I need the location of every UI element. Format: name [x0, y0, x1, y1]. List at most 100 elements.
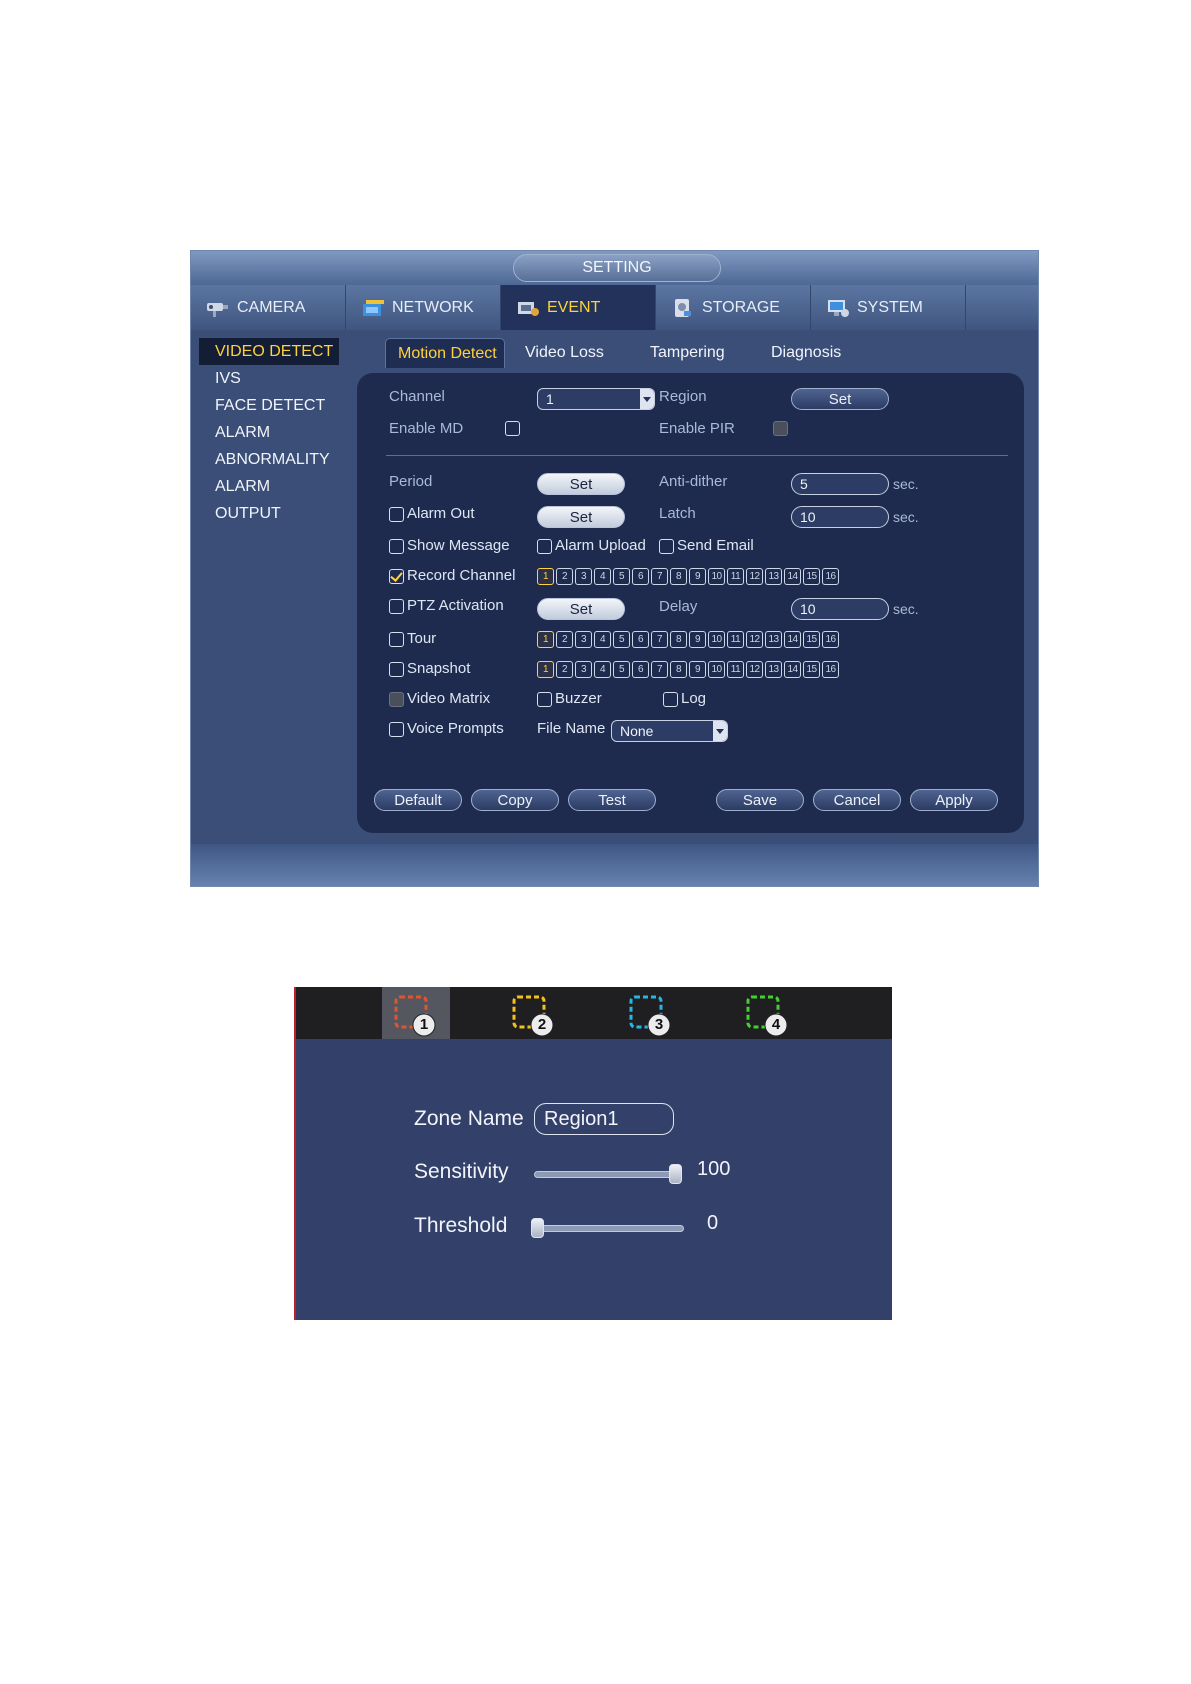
record-channel-2[interactable]: 2: [556, 568, 573, 585]
zone-3-button[interactable]: 3: [629, 994, 671, 1038]
record-channel-12[interactable]: 12: [746, 568, 763, 585]
voice-prompts-checkbox[interactable]: [389, 722, 404, 737]
tour-channel-6[interactable]: 6: [632, 631, 649, 648]
sidebar-item-video-detect[interactable]: VIDEO DETECT: [199, 338, 339, 365]
snapshot-channel-12[interactable]: 12: [746, 661, 763, 678]
sidebar-item-abnormality[interactable]: ABNORMALITY: [199, 446, 339, 473]
tour-channel-14[interactable]: 14: [784, 631, 801, 648]
tab-event[interactable]: EVENT: [501, 285, 656, 330]
send-email-checkbox[interactable]: [659, 539, 674, 554]
alarm-out-checkbox[interactable]: [389, 507, 404, 522]
tour-channel-4[interactable]: 4: [594, 631, 611, 648]
snapshot-channel-7[interactable]: 7: [651, 661, 668, 678]
snapshot-channel-16[interactable]: 16: [822, 661, 839, 678]
record-channel-5[interactable]: 5: [613, 568, 630, 585]
file-name-select[interactable]: None: [611, 720, 728, 742]
ptz-set-button[interactable]: Set: [537, 598, 625, 620]
tour-channel-11[interactable]: 11: [727, 631, 744, 648]
sensitivity-slider[interactable]: [534, 1171, 678, 1178]
snapshot-channel-11[interactable]: 11: [727, 661, 744, 678]
snapshot-channel-13[interactable]: 13: [765, 661, 782, 678]
snapshot-channel-3[interactable]: 3: [575, 661, 592, 678]
test-button[interactable]: Test: [568, 789, 656, 811]
threshold-slider[interactable]: [534, 1225, 684, 1232]
snapshot-channel-5[interactable]: 5: [613, 661, 630, 678]
apply-button[interactable]: Apply: [910, 789, 998, 811]
snapshot-channel-6[interactable]: 6: [632, 661, 649, 678]
enable-md-checkbox[interactable]: [505, 421, 520, 436]
record-channel-14[interactable]: 14: [784, 568, 801, 585]
buzzer-checkbox[interactable]: [537, 692, 552, 707]
zone-2-button[interactable]: 2: [512, 994, 554, 1038]
alarm-upload-checkbox[interactable]: [537, 539, 552, 554]
log-checkbox[interactable]: [663, 692, 678, 707]
tour-channel-5[interactable]: 5: [613, 631, 630, 648]
snapshot-channel-15[interactable]: 15: [803, 661, 820, 678]
delay-input[interactable]: 10: [791, 598, 889, 620]
snapshot-channel-10[interactable]: 10: [708, 661, 725, 678]
snapshot-channel-2[interactable]: 2: [556, 661, 573, 678]
record-channel-checkbox[interactable]: [389, 569, 404, 584]
zone-4-button[interactable]: 4: [746, 994, 788, 1038]
anti-dither-input[interactable]: 5: [791, 473, 889, 495]
tab-network[interactable]: NETWORK: [346, 285, 501, 330]
tour-channel-3[interactable]: 3: [575, 631, 592, 648]
tab-motion-detect[interactable]: Motion Detect: [385, 338, 505, 368]
tour-channel-10[interactable]: 10: [708, 631, 725, 648]
tour-channel-1[interactable]: 1: [537, 631, 554, 648]
video-matrix-checkbox[interactable]: [389, 692, 404, 707]
ptz-activation-checkbox[interactable]: [389, 599, 404, 614]
record-channel-15[interactable]: 15: [803, 568, 820, 585]
alarm-out-set-button[interactable]: Set: [537, 506, 625, 528]
default-button[interactable]: Default: [374, 789, 462, 811]
snapshot-checkbox[interactable]: [389, 662, 404, 677]
snapshot-channel-4[interactable]: 4: [594, 661, 611, 678]
tour-channel-7[interactable]: 7: [651, 631, 668, 648]
show-message-checkbox[interactable]: [389, 539, 404, 554]
tour-channel-15[interactable]: 15: [803, 631, 820, 648]
zone-1-button[interactable]: 1: [394, 994, 436, 1038]
record-channel-4[interactable]: 4: [594, 568, 611, 585]
record-channel-8[interactable]: 8: [670, 568, 687, 585]
threshold-slider-handle[interactable]: [531, 1218, 544, 1238]
record-channel-3[interactable]: 3: [575, 568, 592, 585]
record-channel-9[interactable]: 9: [689, 568, 706, 585]
sensitivity-slider-handle[interactable]: [669, 1164, 682, 1184]
tour-checkbox[interactable]: [389, 632, 404, 647]
tour-channel-12[interactable]: 12: [746, 631, 763, 648]
snapshot-channel-14[interactable]: 14: [784, 661, 801, 678]
latch-input[interactable]: 10: [791, 506, 889, 528]
record-channel-10[interactable]: 10: [708, 568, 725, 585]
record-channel-1[interactable]: 1: [537, 568, 554, 585]
snapshot-channel-1[interactable]: 1: [537, 661, 554, 678]
tour-channel-9[interactable]: 9: [689, 631, 706, 648]
tour-channel-16[interactable]: 16: [822, 631, 839, 648]
record-channel-16[interactable]: 16: [822, 568, 839, 585]
tab-diagnosis[interactable]: Diagnosis: [759, 338, 853, 368]
record-channel-11[interactable]: 11: [727, 568, 744, 585]
tour-channel-8[interactable]: 8: [670, 631, 687, 648]
tour-channel-2[interactable]: 2: [556, 631, 573, 648]
region-set-button[interactable]: Set: [791, 388, 889, 410]
sidebar-item-alarm-output[interactable]: ALARM OUTPUT: [199, 473, 339, 522]
tab-tampering[interactable]: Tampering: [638, 338, 737, 368]
cancel-button[interactable]: Cancel: [813, 789, 901, 811]
tour-channel-13[interactable]: 13: [765, 631, 782, 648]
period-set-button[interactable]: Set: [537, 473, 625, 495]
sidebar-item-alarm[interactable]: ALARM: [199, 419, 339, 446]
record-channel-13[interactable]: 13: [765, 568, 782, 585]
record-channel-7[interactable]: 7: [651, 568, 668, 585]
copy-button[interactable]: Copy: [471, 789, 559, 811]
save-button[interactable]: Save: [716, 789, 804, 811]
channel-select[interactable]: 1: [537, 388, 655, 410]
zone-name-input[interactable]: Region1: [534, 1103, 674, 1135]
snapshot-channel-8[interactable]: 8: [670, 661, 687, 678]
snapshot-channel-9[interactable]: 9: [689, 661, 706, 678]
record-channel-6[interactable]: 6: [632, 568, 649, 585]
tab-video-loss[interactable]: Video Loss: [513, 338, 616, 368]
tab-system[interactable]: SYSTEM: [811, 285, 966, 330]
tab-camera[interactable]: CAMERA: [191, 285, 346, 330]
tab-storage[interactable]: STORAGE: [656, 285, 811, 330]
sidebar-item-ivs[interactable]: IVS: [199, 365, 339, 392]
enable-pir-checkbox[interactable]: [773, 421, 788, 436]
